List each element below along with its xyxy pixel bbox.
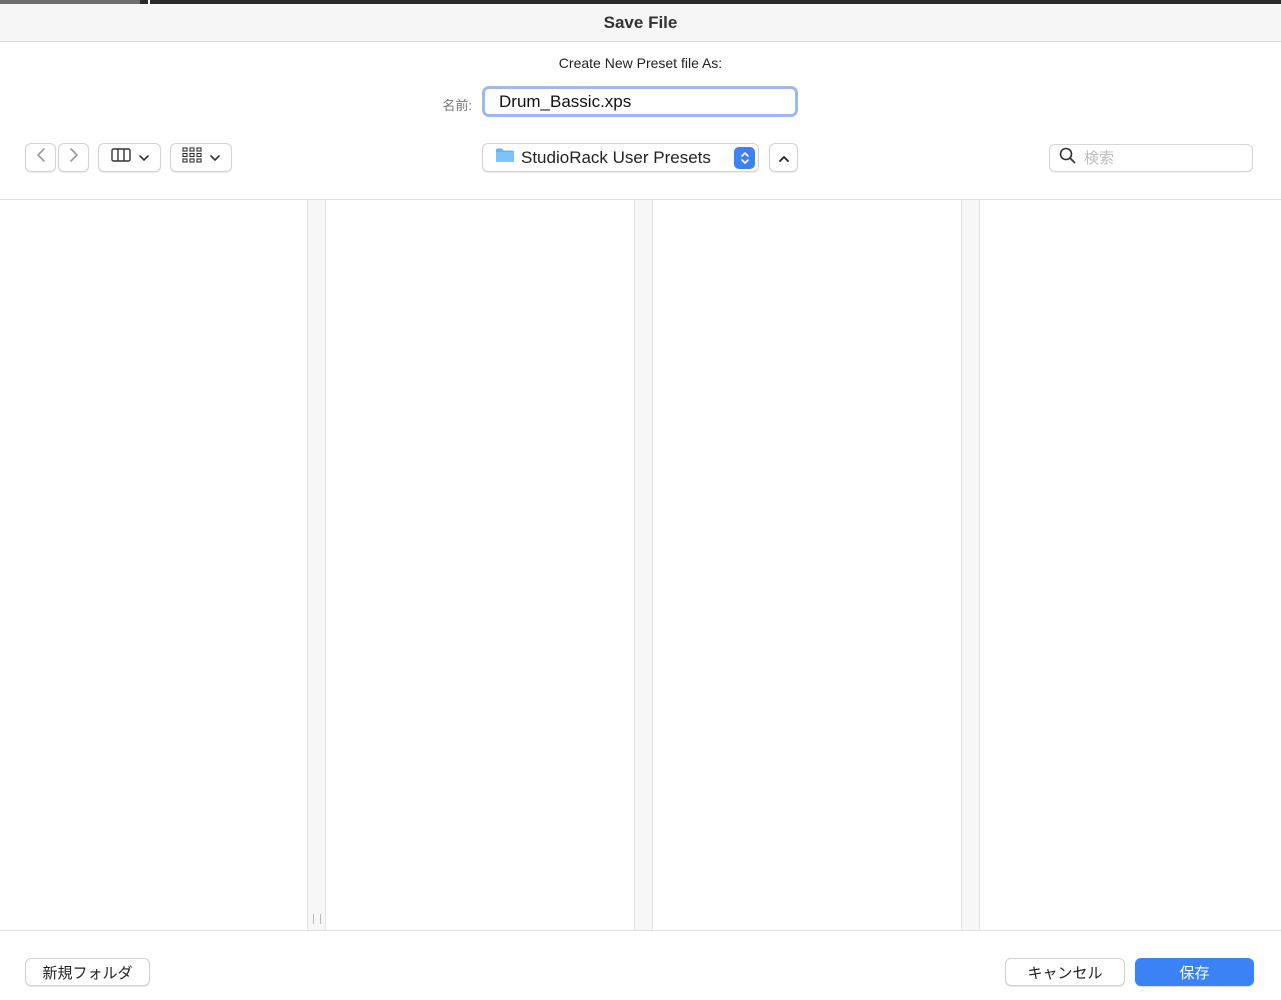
column-resize-handle[interactable] xyxy=(961,200,980,930)
column-browser xyxy=(0,199,1281,931)
folder-icon xyxy=(495,147,515,168)
filename-input[interactable] xyxy=(482,86,798,117)
chevron-down-icon xyxy=(138,149,149,167)
search-icon xyxy=(1059,147,1076,169)
title-bar: Save File xyxy=(0,4,1281,42)
forward-button[interactable] xyxy=(58,143,89,172)
browser-column[interactable] xyxy=(0,200,307,930)
window-title: Save File xyxy=(603,12,678,32)
new-folder-button[interactable]: 新規フォルダ xyxy=(25,958,150,986)
chevron-down-icon xyxy=(210,149,220,167)
up-down-arrows-icon xyxy=(734,147,755,169)
save-button[interactable]: 保存 xyxy=(1135,958,1254,986)
grid-group-icon xyxy=(182,147,202,168)
column-view-icon xyxy=(110,148,131,167)
dialog-prompt: Create New Preset file As: xyxy=(558,55,723,71)
column-resize-handle[interactable] xyxy=(307,200,326,930)
view-mode-button[interactable] xyxy=(98,143,161,172)
name-label: 名前: xyxy=(442,98,472,113)
chevron-right-icon xyxy=(69,147,79,168)
location-label: StudioRack User Presets xyxy=(521,147,711,167)
resize-grip-icon xyxy=(313,914,321,924)
location-popup[interactable]: StudioRack User Presets xyxy=(482,143,759,172)
browser-column[interactable] xyxy=(653,200,961,930)
column-resize-handle[interactable] xyxy=(634,200,653,930)
group-button[interactable] xyxy=(170,143,232,172)
chevron-left-icon xyxy=(36,147,46,168)
collapse-button[interactable] xyxy=(769,143,798,172)
back-button[interactable] xyxy=(25,143,56,172)
cancel-button[interactable]: キャンセル xyxy=(1005,958,1125,986)
browser-column[interactable] xyxy=(326,200,634,930)
browser-column[interactable] xyxy=(980,200,1281,930)
search-field[interactable] xyxy=(1049,144,1253,172)
chevron-up-icon xyxy=(778,149,789,167)
search-input[interactable] xyxy=(1084,149,1244,167)
